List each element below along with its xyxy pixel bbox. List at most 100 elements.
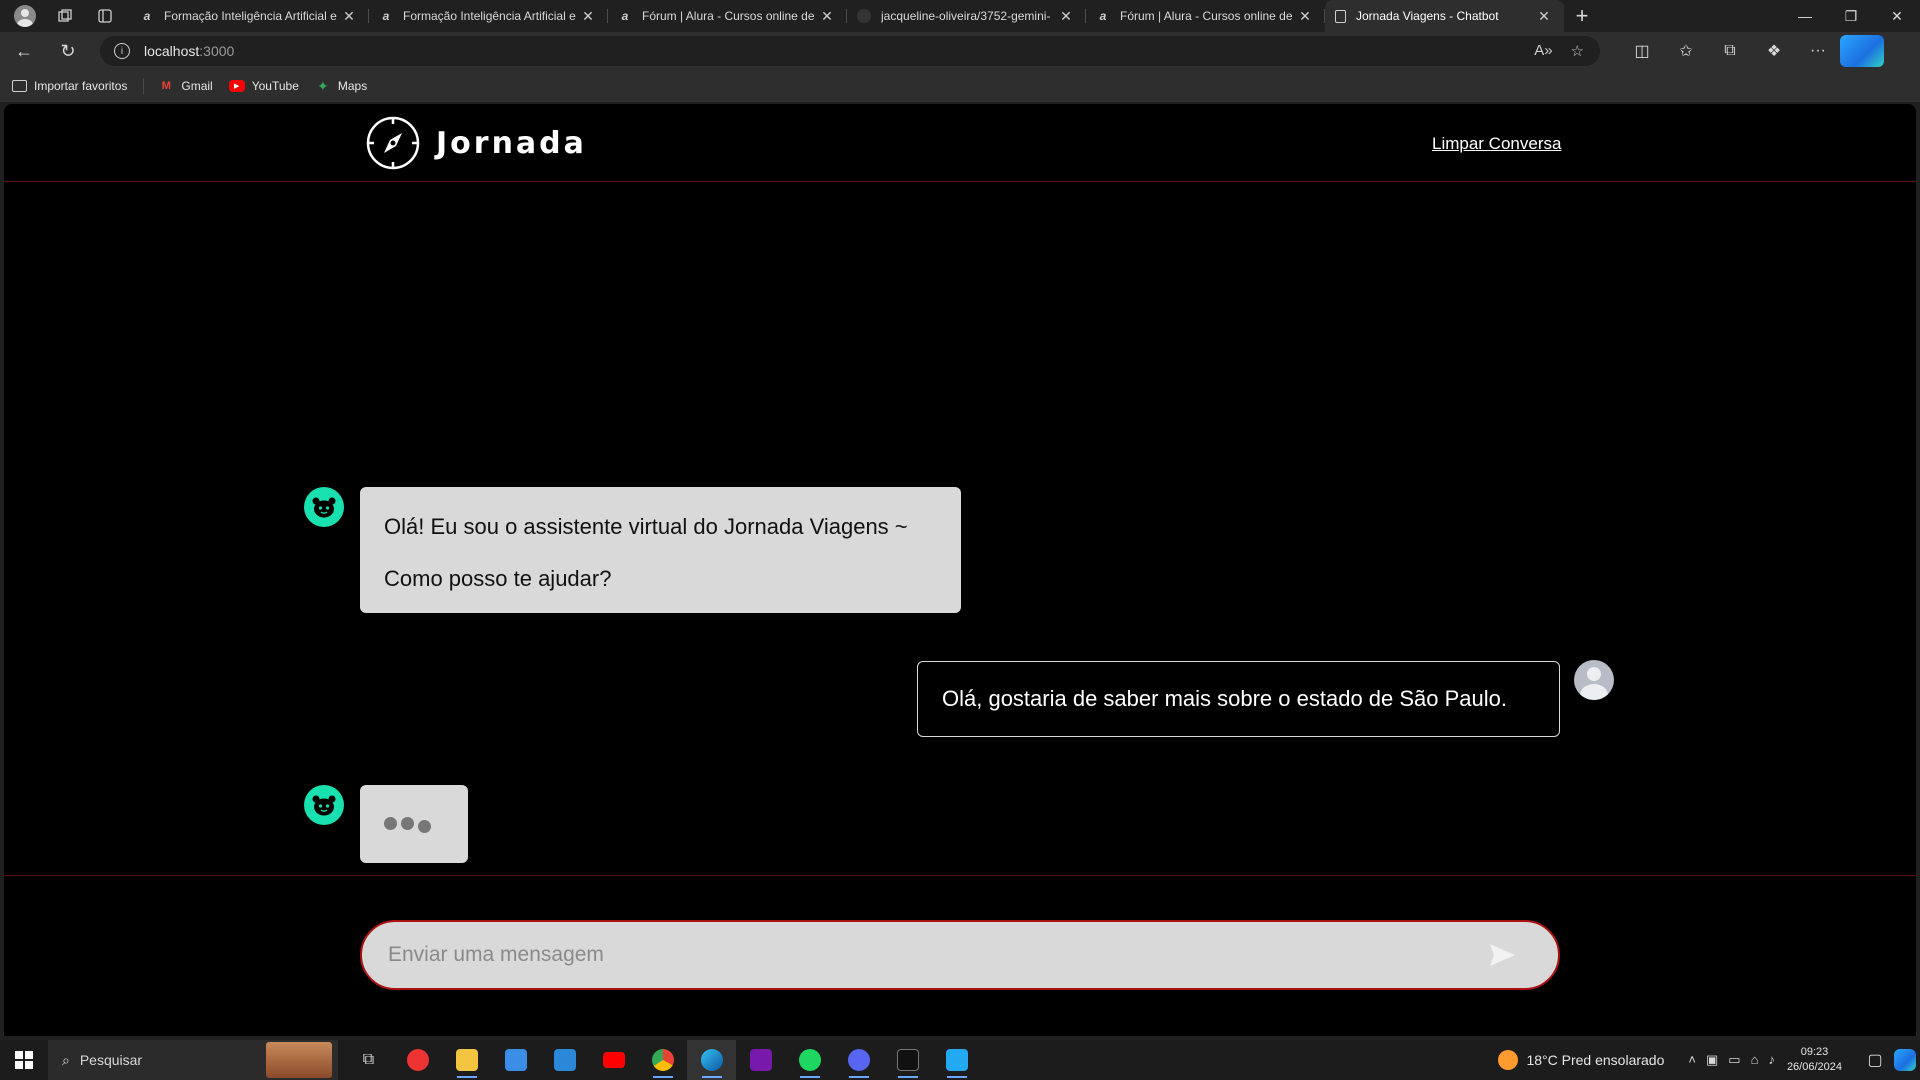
notification-icon: ▢ (1867, 1052, 1883, 1069)
app-chrome[interactable] (638, 1040, 687, 1080)
typing-dot (384, 817, 397, 830)
message-input-container (360, 920, 1560, 990)
refresh-button[interactable]: ↻ (48, 35, 88, 67)
bookmark-import[interactable]: Importar favoritos (12, 79, 127, 93)
maps-icon: ✦ (317, 77, 329, 94)
bot-avatar (304, 785, 344, 825)
favorites-button[interactable]: ✩ (1664, 35, 1708, 67)
close-tab-icon[interactable]: ✕ (1534, 8, 1554, 25)
tab-1[interactable]: a Formação Inteligência Artificial e ✕ (369, 0, 608, 32)
tab-strip: a Formação Inteligência Artificial e ✕ a Fo… (130, 0, 1564, 32)
new-tab-button[interactable]: + (1564, 0, 1600, 32)
start-button[interactable] (0, 1040, 48, 1080)
back-arrow-icon: ← (15, 40, 33, 61)
clock[interactable]: 09:23 26/06/2024 (1787, 1045, 1842, 1075)
close-tab-icon[interactable]: ✕ (339, 8, 359, 25)
bookmark-label: Maps (337, 79, 368, 93)
tab-title: Formação Inteligência Artificial e (164, 9, 337, 23)
message-input[interactable] (388, 943, 1482, 967)
folder-icon (455, 1049, 478, 1071)
sun-icon (1498, 1050, 1519, 1070)
tab-5-active[interactable]: Jornada Viagens - Chatbot ✕ (1325, 0, 1564, 32)
typing-dot (401, 817, 414, 830)
bot-face-icon (312, 497, 336, 518)
split-screen-icon: ◫ (1634, 43, 1650, 60)
app-discord[interactable] (834, 1040, 883, 1080)
app-file-explorer[interactable] (442, 1040, 491, 1080)
github-icon (857, 9, 871, 23)
tab-0[interactable]: a Formação Inteligência Artificial e ✕ (130, 0, 369, 32)
close-tab-icon[interactable]: ✕ (1295, 8, 1315, 25)
tab-actions-icon (98, 9, 112, 23)
menu-button[interactable]: ··· (1796, 35, 1840, 67)
restore-button[interactable]: ❐ (1828, 0, 1874, 32)
windows-taskbar: ⌕ Pesquisar ⧉ 18°C Pred ensolarado ˄ ▣ ▭… (0, 1040, 1920, 1080)
tab-title: Fórum | Alura - Cursos online de (642, 9, 815, 23)
app-red[interactable] (393, 1040, 442, 1080)
store-icon (504, 1049, 527, 1071)
app-spotify[interactable] (785, 1040, 834, 1080)
copilot-taskbar-button[interactable] (1890, 1049, 1920, 1071)
spotify-icon (798, 1049, 821, 1071)
app-onenote[interactable] (736, 1040, 785, 1080)
alura-icon: a (382, 9, 390, 23)
tab-3[interactable]: jacqueline-oliveira/3752-gemini- ✕ (847, 0, 1086, 32)
favorite-star-icon[interactable]: ☆ (1571, 42, 1584, 60)
site-header: Jornada Limpar Conversa (4, 104, 1916, 182)
send-button[interactable] (1482, 935, 1522, 975)
camera-icon[interactable]: ▣ (1706, 1052, 1718, 1068)
restore-icon: ❐ (1844, 7, 1858, 24)
clear-conversation-link[interactable]: Limpar Conversa (1432, 134, 1561, 154)
app-edge[interactable] (687, 1040, 736, 1080)
taskbar-search-label: Pesquisar (79, 1052, 143, 1068)
app-mail[interactable] (540, 1040, 589, 1080)
onenote-icon (749, 1049, 772, 1071)
chrome-icon (651, 1049, 674, 1071)
app-icon (406, 1049, 429, 1071)
task-view-button[interactable]: ⧉ (344, 1040, 393, 1080)
url-bar[interactable]: i localhost:3000 A» ☆ (100, 36, 1600, 66)
tab-2[interactable]: a Fórum | Alura - Cursos online de ✕ (608, 0, 847, 32)
bookmark-label: Gmail (181, 79, 213, 93)
bookmark-label: YouTube (251, 79, 299, 93)
close-tab-icon[interactable]: ✕ (817, 8, 837, 25)
weather-widget[interactable]: 18°C Pred ensolarado (1498, 1050, 1664, 1070)
back-button[interactable]: ← (4, 35, 44, 67)
app-youtube[interactable] (589, 1040, 638, 1080)
collections-button[interactable]: ⧉ (1708, 35, 1752, 67)
close-window-button[interactable]: ✕ (1874, 0, 1920, 32)
site-info-icon[interactable]: i (114, 43, 130, 59)
network-icon[interactable]: ⌂ (1751, 1052, 1759, 1068)
split-screen-button[interactable]: ◫ (1620, 35, 1664, 67)
taskbar-search[interactable]: ⌕ Pesquisar (48, 1040, 338, 1080)
minimize-button[interactable]: — (1782, 0, 1828, 32)
bookmark-maps[interactable]: ✦ Maps (315, 77, 368, 94)
chevron-up-icon[interactable]: ˄ (1688, 1052, 1696, 1068)
profile-button[interactable] (8, 2, 42, 30)
edge-icon (700, 1049, 723, 1071)
user-avatar (1574, 660, 1614, 700)
bookmark-youtube[interactable]: ▶ YouTube (228, 79, 299, 93)
workspaces-icon (58, 9, 72, 22)
read-aloud-icon[interactable]: A» (1534, 42, 1552, 60)
more-icon: ··· (1810, 42, 1826, 59)
app-store[interactable] (491, 1040, 540, 1080)
app-vscode[interactable] (932, 1040, 981, 1080)
logo-text: Jornada (436, 125, 587, 161)
copilot-button[interactable] (1840, 35, 1884, 67)
display-icon[interactable]: ▭ (1728, 1052, 1740, 1068)
site-logo[interactable]: Jornada (366, 116, 587, 170)
tab-4[interactable]: a Fórum | Alura - Cursos online de ✕ (1086, 0, 1325, 32)
clock-time: 09:23 (1800, 1046, 1829, 1058)
app-terminal[interactable] (883, 1040, 932, 1080)
extensions-button[interactable]: ❖ (1752, 35, 1796, 67)
notifications-button[interactable]: ▢ (1860, 1050, 1890, 1070)
volume-icon[interactable]: ♪ (1768, 1052, 1775, 1068)
bookmark-separator (143, 78, 145, 94)
vertical-tabs-button[interactable] (88, 2, 122, 30)
close-tab-icon[interactable]: ✕ (1056, 8, 1076, 25)
bookmark-gmail[interactable]: M Gmail (158, 79, 213, 93)
close-tab-icon[interactable]: ✕ (578, 8, 598, 25)
weather-text: 18°C Pred ensolarado (1526, 1052, 1665, 1068)
workspaces-button[interactable] (48, 2, 82, 30)
